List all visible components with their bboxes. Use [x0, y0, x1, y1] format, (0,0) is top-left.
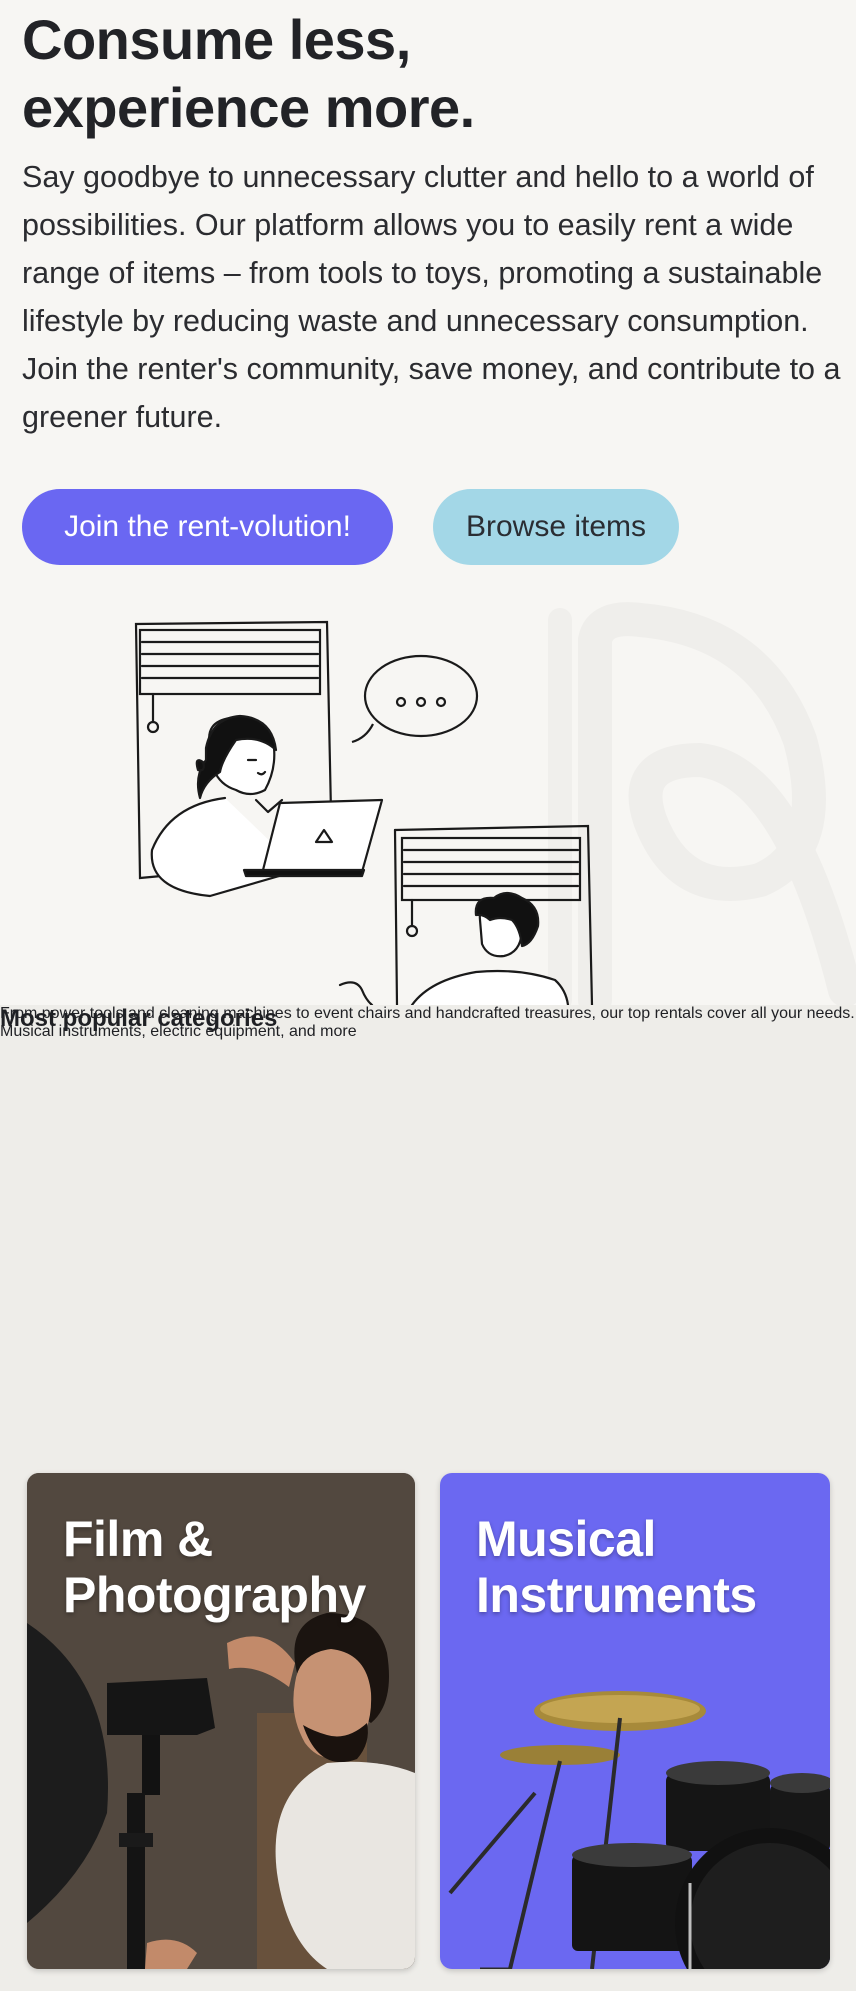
- music-title-line1: Musical: [476, 1511, 656, 1567]
- musical-instruments-title: Musical Instruments: [476, 1511, 757, 1623]
- category-card-film-photography[interactable]: Film & Photography: [27, 1473, 415, 1969]
- category-card-musical-instruments[interactable]: Musical Instruments: [440, 1473, 830, 1969]
- hero-illustration: [134, 602, 856, 1005]
- hero-description: Say goodbye to unnecessary clutter and h…: [22, 160, 841, 434]
- hero-heading-line2: experience more.: [22, 76, 475, 139]
- hero-heading: Consume less, experience more.: [22, 6, 662, 142]
- music-title-line2: Instruments: [476, 1567, 757, 1623]
- categories-description: From power tools and cleaning machines t…: [0, 1005, 855, 1040]
- join-button[interactable]: Join the rent-volution!: [22, 489, 393, 565]
- film-photography-title: Film & Photography: [63, 1511, 366, 1623]
- film-title-line1: Film &: [63, 1511, 213, 1567]
- man-figure: [338, 891, 570, 1005]
- hero-heading-line1: Consume less,: [22, 8, 411, 71]
- speech-bubble-icon: [351, 654, 479, 744]
- woman-with-laptop: [150, 714, 384, 898]
- browse-items-button[interactable]: Browse items: [433, 489, 679, 565]
- decorative-loop-shape: [548, 602, 856, 1005]
- film-title-line2: Photography: [63, 1567, 366, 1623]
- hero-section: Consume less, experience more. Say goodb…: [0, 0, 856, 1005]
